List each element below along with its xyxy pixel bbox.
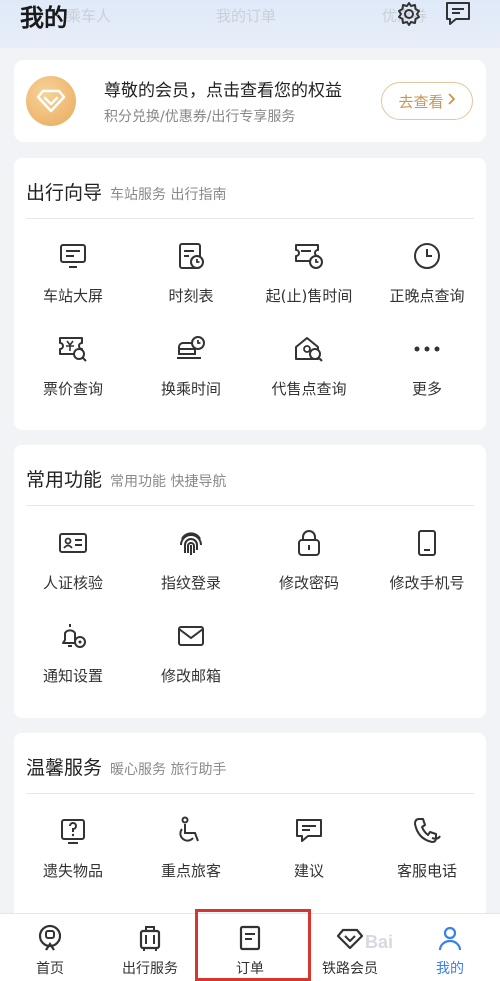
- member-benefits-card[interactable]: 尊敬的会员，点击查看您的权益 积分兑换/优惠券/出行专享服务 去查看: [14, 60, 486, 142]
- bottom-tab-bar: 首页 出行服务 订单 铁路会员 我的: [0, 913, 500, 981]
- lock-icon: [293, 527, 325, 559]
- luggage-icon: [136, 924, 164, 952]
- grid-item-label: 票价查询: [42, 380, 103, 398]
- grid-item-sale-time[interactable]: 起(止)售时间: [250, 218, 368, 311]
- grid-item-notification-settings[interactable]: 通知设置: [14, 598, 132, 691]
- grid-item-label: 代售点查询: [271, 380, 347, 398]
- clock-icon: [411, 240, 443, 272]
- grid-item-label: 时刻表: [168, 287, 214, 305]
- fingerprint-icon: [175, 527, 207, 559]
- order-icon: [236, 924, 264, 952]
- section-subtitle: 常用功能 快捷导航: [110, 474, 227, 490]
- price-search-icon: [57, 333, 89, 365]
- grid-item-label: 更多: [411, 380, 442, 398]
- mail-icon: [175, 620, 207, 652]
- grid-item-label: 修改邮箱: [160, 667, 221, 685]
- member-diamond-icon: [26, 76, 76, 126]
- more-icon: [411, 333, 443, 365]
- diamond-icon: [336, 924, 364, 952]
- tab-home[interactable]: 首页: [0, 914, 100, 981]
- grid-item-lost-items[interactable]: 遗失物品: [14, 793, 132, 886]
- grid-item-label: 建议: [293, 862, 324, 880]
- section-title: 常用功能: [26, 469, 103, 491]
- screen-icon: [57, 240, 89, 272]
- grid-item-label: 重点旅客: [160, 862, 221, 880]
- common-functions-section: 常用功能 常用功能 快捷导航 人证核验 指纹登录 修改密码 修改手机号 通知设置…: [14, 445, 486, 718]
- care-services-section: 温馨服务 暖心服务 旅行助手 遗失物品 重点旅客 建议 客服电话: [14, 733, 486, 913]
- travel-guide-section: 出行向导 车站服务 出行指南 车站大屏 时刻表 起(止)售时间 正晚点查询 票价…: [14, 158, 486, 430]
- top-header: 我的 乘车人 我的订单 优惠券: [0, 0, 500, 48]
- ticket-clock-icon: [293, 240, 325, 272]
- tab-label: 出行服务: [122, 961, 178, 977]
- transfer-icon: [175, 333, 207, 365]
- feedback-icon: [293, 815, 325, 847]
- phone-call-icon: [411, 815, 443, 847]
- tab-travel-services[interactable]: 出行服务: [100, 914, 200, 981]
- bell-settings-icon: [57, 620, 89, 652]
- grid-item-label: 通知设置: [42, 667, 103, 685]
- grid-item-label: 客服电话: [396, 862, 457, 880]
- grid-item-change-password[interactable]: 修改密码: [250, 505, 368, 598]
- grid-item-transfer-time[interactable]: 换乘时间: [132, 311, 250, 404]
- grid-item-label: 换乘时间: [160, 380, 221, 398]
- chevron-right-icon: [447, 92, 456, 110]
- grid-item-label: 修改手机号: [389, 574, 465, 592]
- timetable-icon: [175, 240, 207, 272]
- phone-icon: [411, 527, 443, 559]
- grid-item-label: 指纹登录: [160, 574, 221, 592]
- grid-item-label: 修改密码: [278, 574, 339, 592]
- grid-item-suggestion[interactable]: 建议: [250, 793, 368, 886]
- section-subtitle: 暖心服务 旅行助手: [110, 762, 227, 778]
- view-benefits-button[interactable]: 去查看: [381, 82, 473, 120]
- grid-item-delay-query[interactable]: 正晚点查询: [368, 218, 486, 311]
- tab-label: 铁路会员: [322, 961, 378, 977]
- message-icon[interactable]: [444, 0, 472, 28]
- grid-item-station-screen[interactable]: 车站大屏: [14, 218, 132, 311]
- grid-item-label: 车站大屏: [42, 287, 103, 305]
- view-benefits-label: 去查看: [398, 92, 444, 111]
- page-title: 我的: [20, 4, 68, 32]
- member-title: 尊敬的会员，点击查看您的权益: [104, 81, 342, 101]
- gear-icon[interactable]: [395, 0, 423, 28]
- tab-mine[interactable]: 我的: [400, 914, 500, 981]
- grid-item-id-verify[interactable]: 人证核验: [14, 505, 132, 598]
- grid-item-more[interactable]: 更多: [368, 311, 486, 404]
- grid-item-fingerprint-login[interactable]: 指纹登录: [132, 505, 250, 598]
- tab-label: 我的: [436, 961, 464, 977]
- user-icon: [436, 924, 464, 952]
- grid-item-label: 正晚点查询: [389, 287, 465, 305]
- my-orders-link[interactable]: 我的订单: [216, 5, 276, 26]
- watermark: Bai: [365, 932, 394, 952]
- lost-item-icon: [57, 815, 89, 847]
- grid-item-label: 遗失物品: [42, 862, 103, 880]
- grid-item-label: 起(止)售时间: [265, 287, 353, 305]
- tab-orders[interactable]: 订单: [200, 914, 300, 981]
- grid-item-customer-service[interactable]: 客服电话: [368, 793, 486, 886]
- section-subtitle: 车站服务 出行指南: [110, 187, 227, 203]
- agency-search-icon: [293, 333, 325, 365]
- section-title: 出行向导: [26, 182, 103, 204]
- member-subtitle: 积分兑换/优惠券/出行专享服务: [104, 109, 296, 125]
- tab-label: 首页: [36, 961, 64, 977]
- section-title: 温馨服务: [26, 757, 103, 779]
- grid-item-label: 人证核验: [42, 574, 103, 592]
- id-card-icon: [57, 527, 89, 559]
- grid-item-fare-query[interactable]: 票价查询: [14, 311, 132, 404]
- grid-item-agency-query[interactable]: 代售点查询: [250, 311, 368, 404]
- grid-item-change-phone[interactable]: 修改手机号: [368, 505, 486, 598]
- wheelchair-icon: [175, 815, 207, 847]
- home-train-icon: [36, 924, 64, 952]
- grid-item-change-email[interactable]: 修改邮箱: [132, 598, 250, 691]
- grid-item-priority-passenger[interactable]: 重点旅客: [132, 793, 250, 886]
- grid-item-timetable[interactable]: 时刻表: [132, 218, 250, 311]
- tab-label: 订单: [236, 961, 264, 977]
- passenger-link[interactable]: 乘车人: [66, 5, 111, 26]
